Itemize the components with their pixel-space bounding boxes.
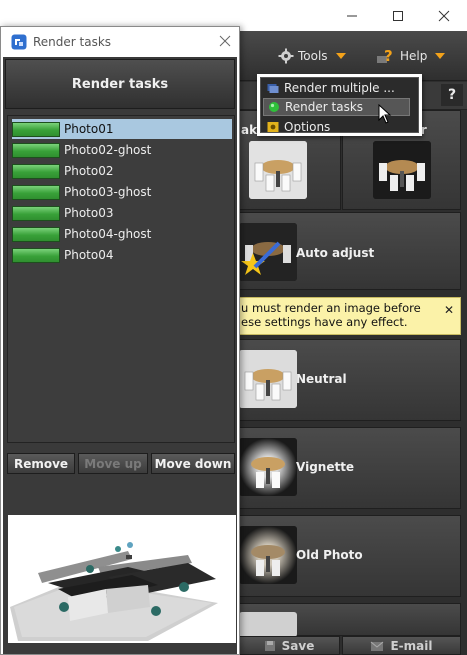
green-dot-icon <box>269 102 279 112</box>
task-name: Photo04 <box>64 248 114 262</box>
minimize-icon <box>347 15 357 16</box>
save-button-label: Save <box>281 638 315 653</box>
neutral-image-icon <box>239 350 297 408</box>
close-button[interactable] <box>421 0 467 31</box>
menu-item-render-multiple[interactable]: Render multiple ... <box>263 79 410 97</box>
tools-chevron-down-icon <box>335 53 346 59</box>
remove-button[interactable]: Remove <box>7 453 75 474</box>
mouse-cursor-icon <box>378 104 392 124</box>
task-progress-bar <box>12 184 60 200</box>
help-menu[interactable]: ? Help <box>376 47 446 65</box>
task-progress-bar <box>12 247 60 263</box>
render-tasks-content: Render tasks Photo01 Photo02-ghost Photo… <box>3 57 237 654</box>
menu-item-render-multiple-label: Render multiple ... <box>284 81 395 95</box>
tools-menu-label: Tools <box>298 49 328 63</box>
menu-item-render-tasks-label: Render tasks <box>285 100 364 114</box>
task-progress-bar <box>12 121 60 137</box>
task-row-photo04-ghost[interactable]: Photo04-ghost <box>12 224 232 244</box>
task-name: Photo03-ghost <box>64 185 152 199</box>
vignette-thumbnail <box>239 438 297 496</box>
render-tasks-close-icon[interactable] <box>219 32 231 51</box>
tile-partial-bottom[interactable] <box>238 603 461 637</box>
tile-vignette[interactable]: Vignette <box>238 427 461 509</box>
task-progress-bar <box>12 142 60 158</box>
render-tasks-titlebar[interactable]: Render tasks <box>1 27 239 57</box>
render-multiple-icon <box>267 84 279 93</box>
options-icon <box>267 122 279 132</box>
close-icon <box>438 10 450 21</box>
task-progress-bar <box>12 163 60 179</box>
tile-auto-adjust-label: Auto adjust <box>296 246 375 260</box>
task-name: Photo01 <box>64 122 114 136</box>
help-menu-label: Help <box>400 49 428 63</box>
tile-neutral-label: Neutral <box>296 372 347 386</box>
email-icon <box>371 641 384 651</box>
gear-icon <box>278 48 294 64</box>
move-down-button[interactable]: Move down <box>151 453 235 474</box>
close-x-icon <box>219 35 231 47</box>
render-task-list[interactable]: Photo01 Photo02-ghost Photo02 Photo03-gh… <box>7 115 235 443</box>
table-thumbnail <box>249 141 307 199</box>
tile-old-photo[interactable]: Old Photo <box>238 515 461 597</box>
task-progress-bar <box>12 205 60 221</box>
task-row-photo01[interactable]: Photo01 <box>12 119 232 139</box>
auto-adjust-thumbnail <box>239 223 297 281</box>
notice-close-icon[interactable]: ✕ <box>444 303 454 317</box>
old-photo-image-icon <box>239 526 297 584</box>
task-row-photo04[interactable]: Photo04 <box>12 245 232 265</box>
table-image-icon <box>249 141 307 199</box>
tools-dropdown-menu: Render multiple ... Render tasks Options <box>257 74 422 136</box>
tile-vignette-label: Vignette <box>296 460 355 474</box>
task-name: Photo04-ghost <box>64 227 152 241</box>
task-row-photo03[interactable]: Photo03 <box>12 203 232 223</box>
render-tasks-header: Render tasks <box>5 59 235 109</box>
render-tasks-window: Render tasks Render tasks Photo01 Photo0… <box>0 26 240 655</box>
maximize-icon <box>393 10 403 21</box>
help-icon: ? <box>377 47 393 65</box>
notice-text: u must render an image before ese settin… <box>241 301 421 329</box>
tile-auto-adjust[interactable]: Auto adjust <box>238 212 461 290</box>
render-preview-image <box>8 515 236 643</box>
render-tasks-window-title: Render tasks <box>33 35 112 49</box>
tools-menu[interactable]: Tools <box>278 47 346 65</box>
old-photo-thumbnail <box>239 526 297 584</box>
minimize-button[interactable] <box>329 0 375 31</box>
table-dark-image-icon <box>373 141 431 199</box>
office-cubicle-render <box>8 515 236 643</box>
move-up-button[interactable]: Move up <box>78 453 148 474</box>
task-progress-bar <box>12 226 60 242</box>
task-row-photo02[interactable]: Photo02 <box>12 161 232 181</box>
task-row-photo03-ghost[interactable]: Photo03-ghost <box>12 182 232 202</box>
tile-old-photo-label: Old Photo <box>296 548 363 562</box>
task-name: Photo02-ghost <box>64 143 152 157</box>
svg-text:?: ? <box>384 47 393 65</box>
render-required-notice: u must render an image before ese settin… <box>238 297 461 335</box>
table-dark-thumbnail <box>373 141 431 199</box>
magic-wand-icon <box>239 223 297 281</box>
save-button[interactable]: Save <box>238 636 340 655</box>
menu-item-options-label: Options <box>284 120 331 134</box>
help-chevron-down-icon <box>435 53 446 59</box>
app-logo-icon <box>11 34 27 50</box>
maximize-button[interactable] <box>375 0 421 31</box>
task-row-photo02-ghost[interactable]: Photo02-ghost <box>12 140 232 160</box>
vignette-image-icon <box>239 438 297 496</box>
email-button-label: E-mail <box>390 638 433 653</box>
tile-neutral[interactable]: Neutral <box>238 339 461 421</box>
save-icon <box>264 640 275 651</box>
tools-dropdown-inner: Render multiple ... Render tasks Options <box>260 77 419 134</box>
neutral-thumbnail <box>239 350 297 408</box>
partial-thumbnail <box>239 612 297 637</box>
email-button[interactable]: E-mail <box>342 636 461 655</box>
task-name: Photo02 <box>64 164 114 178</box>
task-name: Photo03 <box>64 206 114 220</box>
help-question-button[interactable]: ? <box>441 84 463 106</box>
